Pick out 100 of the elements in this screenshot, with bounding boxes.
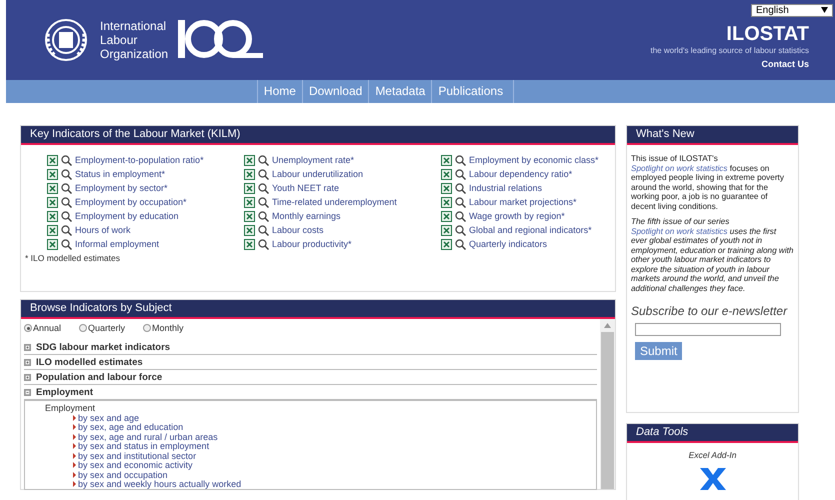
indicator-link[interactable]: Hours of work bbox=[75, 225, 131, 235]
excel-icon bbox=[244, 210, 255, 222]
excel-icon bbox=[244, 196, 255, 208]
excel-icon bbox=[244, 224, 255, 236]
excel-addin-icon[interactable] bbox=[700, 468, 726, 490]
subject-link[interactable]: by sex and weekly hours actually worked bbox=[73, 480, 596, 489]
search-icon[interactable] bbox=[455, 182, 466, 194]
search-icon[interactable] bbox=[61, 224, 72, 236]
excel-icon bbox=[244, 238, 255, 250]
subject-link[interactable]: by sex and status in employment bbox=[73, 442, 596, 451]
contact-link[interactable]: Contact Us bbox=[761, 59, 809, 69]
subject-link[interactable]: by sex and economic activity bbox=[73, 460, 596, 470]
dropdown-caret-icon bbox=[821, 7, 828, 13]
excel-icon bbox=[244, 182, 255, 194]
subject-link[interactable]: by sex, age and education bbox=[73, 422, 596, 432]
excel-icon bbox=[47, 224, 58, 236]
panel-title: What's New bbox=[627, 126, 798, 145]
panel-title: Browse Indicators by Subject bbox=[21, 300, 615, 319]
excel-icon bbox=[441, 182, 452, 194]
indicator-link[interactable]: Labour market projections* bbox=[469, 197, 577, 207]
search-icon[interactable] bbox=[455, 224, 466, 236]
spotlight-link[interactable]: Spotlight on work statistics bbox=[631, 226, 728, 236]
search-icon[interactable] bbox=[258, 182, 269, 194]
indicator-link[interactable]: Labour underutilization bbox=[272, 169, 364, 179]
excel-icon bbox=[47, 154, 58, 166]
search-icon[interactable] bbox=[61, 154, 72, 166]
subject-section[interactable]: Population and labour force bbox=[24, 370, 597, 385]
indicator-link[interactable]: Youth NEET rate bbox=[272, 183, 340, 193]
frequency-radio[interactable]: Annual bbox=[24, 323, 62, 333]
spotlight-link[interactable]: Spotlight on work statistics bbox=[631, 164, 728, 172]
indicator-link[interactable]: Informal employment bbox=[75, 239, 160, 249]
email-field[interactable] bbox=[635, 322, 781, 336]
excel-icon bbox=[244, 154, 255, 166]
search-icon[interactable] bbox=[61, 210, 72, 222]
news-paragraph: This issue of ILOSTAT's Spotlight on work statistics focuses on employed people living in extreme poverty around the world, showing that for the working poor, a job is no guarantee of decent living conditions. bbox=[631, 154, 785, 211]
search-icon[interactable] bbox=[258, 210, 269, 222]
excel-icon bbox=[244, 168, 255, 180]
subject-section[interactable]: SDG labour market indicators bbox=[24, 340, 597, 355]
search-icon[interactable] bbox=[455, 196, 466, 208]
panel-title: Key Indicators of the Labour Market (KILM) bbox=[21, 126, 615, 145]
search-icon[interactable] bbox=[258, 168, 269, 180]
indicator-link[interactable]: Labour dependency ratio* bbox=[469, 169, 572, 179]
search-icon[interactable] bbox=[455, 154, 466, 166]
subscribe-heading: Subscribe to our e-newsletter bbox=[631, 307, 788, 316]
indicator-link[interactable]: Global and regional indicators* bbox=[469, 225, 592, 235]
indicator-link[interactable]: Labour costs bbox=[272, 225, 324, 235]
search-icon[interactable] bbox=[258, 224, 269, 236]
site-title: ILOSTAT bbox=[726, 23, 809, 46]
search-icon[interactable] bbox=[61, 196, 72, 208]
excel-icon bbox=[441, 210, 452, 222]
excel-icon bbox=[47, 210, 58, 222]
subject-link[interactable]: by sex and occupation bbox=[73, 470, 596, 480]
news-paragraph: The fifth issue of our series Spotlight on work statistics uses the first ever global estimates of youth not in employment, education or training along with other youth labour market indicators to explore the situation of youth in labour markets around the world, and unveil the additional challenges they face. bbox=[631, 217, 794, 293]
excel-icon bbox=[441, 154, 452, 166]
indicator-link[interactable]: Unemployment rate* bbox=[272, 155, 354, 165]
indicator-link[interactable]: Status in employment* bbox=[75, 169, 166, 179]
org-name-line: International bbox=[100, 19, 168, 33]
search-icon[interactable] bbox=[258, 196, 269, 208]
scrollbar[interactable] bbox=[600, 319, 615, 489]
excel-icon bbox=[441, 168, 452, 180]
subject-section[interactable]: Employment bbox=[24, 385, 597, 400]
excel-icon bbox=[441, 196, 452, 208]
indicator-link[interactable]: Quarterly indicators bbox=[469, 239, 548, 249]
indicator-link[interactable]: Employment by education bbox=[75, 211, 179, 221]
indicator-link[interactable]: Industrial relations bbox=[469, 183, 542, 193]
search-icon[interactable] bbox=[455, 238, 466, 250]
search-icon[interactable] bbox=[61, 182, 72, 194]
tagline: the world's leading source of labour statistics bbox=[650, 46, 809, 55]
subject-section[interactable]: ILO modelled estimates bbox=[24, 355, 597, 370]
indicator-link[interactable]: Monthly earnings bbox=[272, 211, 341, 221]
search-icon[interactable] bbox=[455, 210, 466, 222]
indicator-link[interactable]: Time-related underemployment bbox=[272, 197, 397, 207]
panel-title: Data Tools bbox=[627, 424, 798, 443]
subject-link[interactable]: by sex, age and rural / urban areas bbox=[73, 432, 596, 442]
excel-icon bbox=[47, 238, 58, 250]
search-icon[interactable] bbox=[258, 154, 269, 166]
excel-icon bbox=[441, 224, 452, 236]
indicator-link[interactable]: Labour productivity* bbox=[272, 239, 352, 249]
search-icon[interactable] bbox=[61, 168, 72, 180]
subject-link[interactable]: by sex and age bbox=[73, 413, 596, 422]
indicator-link[interactable]: Employment-to-population ratio* bbox=[75, 155, 204, 165]
footnote: * ILO modelled estimates bbox=[24, 252, 121, 265]
excel-addin-label: Excel Add-In bbox=[688, 450, 736, 460]
frequency-radio[interactable]: Quarterly bbox=[79, 323, 126, 333]
indicator-link[interactable]: Employment by occupation* bbox=[75, 197, 187, 207]
subject-link[interactable]: by sex and institutional sector bbox=[73, 451, 596, 460]
language-select[interactable]: English bbox=[751, 4, 833, 17]
org-name-line: Labour bbox=[100, 33, 138, 47]
indicator-link[interactable]: Wage growth by region* bbox=[469, 211, 565, 221]
org-name-line: Organization bbox=[100, 47, 168, 61]
search-icon[interactable] bbox=[455, 168, 466, 180]
indicator-link[interactable]: Employment by economic class* bbox=[469, 155, 599, 165]
excel-icon bbox=[47, 182, 58, 194]
search-icon[interactable] bbox=[258, 238, 269, 250]
frequency-radio[interactable]: Monthly bbox=[143, 323, 184, 333]
subsection-title: Employment bbox=[45, 403, 96, 413]
indicator-link[interactable]: Employment by sector* bbox=[75, 183, 168, 193]
search-icon[interactable] bbox=[61, 238, 72, 250]
excel-icon bbox=[441, 238, 452, 250]
excel-icon bbox=[47, 168, 58, 180]
